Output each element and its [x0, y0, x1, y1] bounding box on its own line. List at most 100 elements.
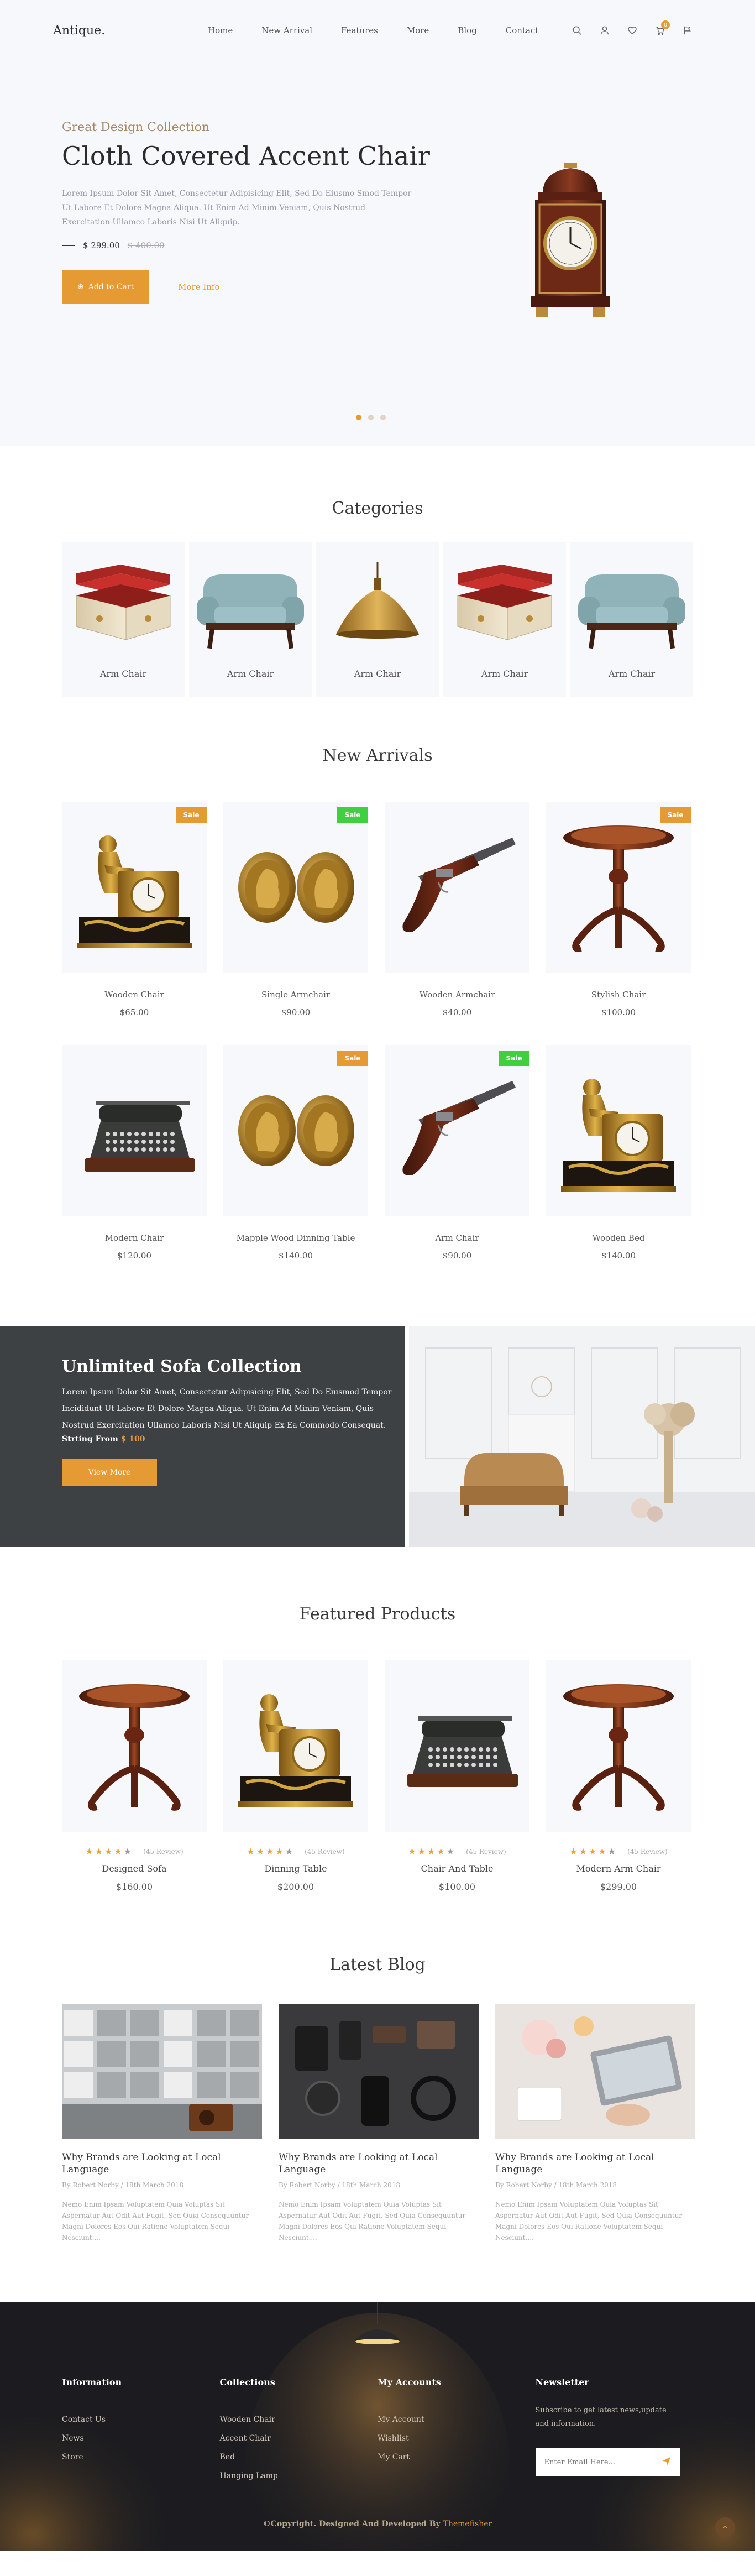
product-image[interactable]: Sale [62, 802, 207, 973]
blog-post-meta: By Robert Norby / 18th March 2018 [279, 2181, 401, 2189]
categories-title: Categories [332, 499, 423, 518]
cart-circle-icon: ⊕ [77, 283, 84, 291]
flag-icon[interactable] [682, 25, 693, 36]
product-image[interactable] [385, 802, 529, 973]
product-name[interactable]: Modern Chair [62, 1233, 207, 1243]
product-name[interactable]: Modern Arm Chair [546, 1863, 691, 1874]
product-image[interactable] [62, 1045, 207, 1216]
product-image[interactable]: Sale [223, 802, 368, 973]
footer-link[interactable]: Wooden Chair [220, 2415, 378, 2424]
sale-badge: Sale [176, 807, 207, 823]
featured-product-card[interactable]: ★★★★★ (45 Review) Designed Sofa $160.00 [62, 1660, 207, 1892]
slider-dot-1[interactable] [356, 415, 361, 420]
footer-link[interactable]: My Cart [378, 2453, 536, 2462]
product-card[interactable]: Sale Wooden Chair $65.00 [62, 802, 207, 1017]
featured-section: Featured Products ★★★★★ (45 Review) Desi… [0, 1547, 755, 1892]
product-price: $40.00 [442, 1007, 472, 1017]
footer-link[interactable]: Hanging Lamp [220, 2472, 378, 2480]
product-image[interactable] [546, 1660, 691, 1832]
send-icon[interactable] [662, 2456, 672, 2468]
product-name[interactable]: Mapple Wood Dinning Table [223, 1233, 368, 1243]
product-card[interactable]: Sale Single Armchair $90.00 [223, 802, 368, 1017]
blog-post-title[interactable]: Why Brands are Looking at Local Language [495, 2151, 695, 2176]
footer-link[interactable]: Bed [220, 2453, 378, 2462]
heart-icon[interactable] [627, 25, 638, 36]
product-price: $100.00 [438, 1882, 476, 1892]
footer-link[interactable]: Accent Chair [220, 2434, 378, 2443]
blog-card: Why Brands are Looking at Local Language… [279, 2004, 479, 2243]
product-price: $160.00 [116, 1882, 153, 1892]
review-count: (45 Review) [627, 1847, 668, 1856]
featured-product-card[interactable]: ★★★★★ (45 Review) Dinning Table $200.00 [223, 1660, 368, 1892]
new-arrivals-title: New Arrivals [322, 746, 433, 765]
product-image[interactable]: Sale [223, 1045, 368, 1216]
categories-section: Categories Arm Chair Arm Chair Arm Chair… [0, 446, 755, 697]
blog-image[interactable] [62, 2004, 262, 2139]
category-card[interactable]: Arm Chair [570, 542, 693, 697]
product-rating: ★★★★★ (45 Review) [546, 1846, 691, 1857]
logo[interactable]: Antique. [53, 24, 208, 38]
product-name[interactable]: Designed Sofa [62, 1863, 207, 1874]
nav-home[interactable]: Home [208, 25, 233, 35]
blog-image[interactable] [279, 2004, 479, 2139]
nav-new-arrival[interactable]: New Arrival [261, 25, 312, 35]
category-card[interactable]: Arm Chair [443, 542, 566, 697]
product-card[interactable]: Sale Arm Chair $90.00 [385, 1045, 529, 1261]
more-info-link[interactable]: More Info [178, 282, 219, 292]
slider-dot-3[interactable] [380, 415, 386, 420]
product-card[interactable]: Modern Chair $120.00 [62, 1045, 207, 1261]
footer-link[interactable]: Contact Us [62, 2415, 220, 2424]
category-image [192, 562, 308, 653]
product-name[interactable]: Single Armchair [223, 990, 368, 1000]
product-card[interactable]: Wooden Bed $140.00 [546, 1045, 691, 1261]
promo-title: Unlimited Sofa Collection [62, 1357, 302, 1376]
product-price: $299.00 [600, 1882, 637, 1892]
product-image[interactable]: Sale [385, 1045, 529, 1216]
featured-product-card[interactable]: ★★★★★ (45 Review) Modern Arm Chair $299.… [546, 1660, 691, 1892]
nav-blog[interactable]: Blog [458, 25, 476, 35]
featured-product-card[interactable]: ★★★★★ (45 Review) Chair And Table $100.0… [385, 1660, 529, 1892]
product-image[interactable]: Sale [546, 802, 691, 973]
nav-contact[interactable]: Contact [506, 25, 539, 35]
product-card[interactable]: Sale Mapple Wood Dinning Table $140.00 [223, 1045, 368, 1261]
slider-dot-2[interactable] [368, 415, 374, 420]
blog-image[interactable] [495, 2004, 695, 2139]
product-name[interactable]: Wooden Bed [546, 1233, 691, 1243]
blog-post-title[interactable]: Why Brands are Looking at Local Language [279, 2151, 479, 2176]
product-name[interactable]: Wooden Armchair [385, 990, 529, 1000]
nav-features[interactable]: Features [341, 25, 378, 35]
footer-link[interactable]: My Account [378, 2415, 536, 2424]
product-name[interactable]: Arm Chair [385, 1233, 529, 1243]
category-card[interactable]: Arm Chair [62, 542, 185, 697]
product-image[interactable] [546, 1045, 691, 1216]
product-image[interactable] [223, 1660, 368, 1832]
product-name[interactable]: Chair And Table [385, 1863, 529, 1874]
blog-post-excerpt: Nemo Enim Ipsam Voluptatem Quia Voluptas… [279, 2201, 466, 2241]
sale-badge: Sale [660, 807, 691, 823]
cart-icon[interactable]: 0 [654, 20, 670, 36]
category-card[interactable]: Arm Chair [316, 542, 439, 697]
newsletter-email-input[interactable] [544, 2458, 662, 2467]
add-to-cart-button[interactable]: ⊕ Add to Cart [62, 270, 150, 304]
nav-more[interactable]: More [407, 25, 429, 35]
footer-column: Information Contact Us News Store [62, 2377, 220, 2490]
product-price: $100.00 [601, 1007, 636, 1017]
product-card[interactable]: Sale Stylish Chair $100.00 [546, 802, 691, 1017]
product-name[interactable]: Dinning Table [223, 1863, 368, 1874]
product-name[interactable]: Wooden Chair [62, 990, 207, 1000]
footer-column-title: Collections [219, 2377, 275, 2387]
product-image[interactable] [62, 1660, 207, 1832]
copyright-brand-link[interactable]: Themefisher [443, 2520, 492, 2528]
product-card[interactable]: Wooden Armchair $40.00 [385, 802, 529, 1017]
product-name[interactable]: Stylish Chair [546, 990, 691, 1000]
view-more-button[interactable]: View More [62, 1459, 157, 1486]
footer-link[interactable]: News [62, 2434, 220, 2443]
footer-link[interactable]: Store [62, 2453, 220, 2462]
search-icon[interactable] [572, 25, 583, 36]
footer-link[interactable]: Wishlist [378, 2434, 536, 2443]
scroll-top-button[interactable] [715, 2517, 735, 2537]
user-icon[interactable] [599, 25, 610, 36]
category-card[interactable]: Arm Chair [189, 542, 312, 697]
blog-post-title[interactable]: Why Brands are Looking at Local Language [62, 2151, 262, 2176]
product-image[interactable] [385, 1660, 529, 1832]
